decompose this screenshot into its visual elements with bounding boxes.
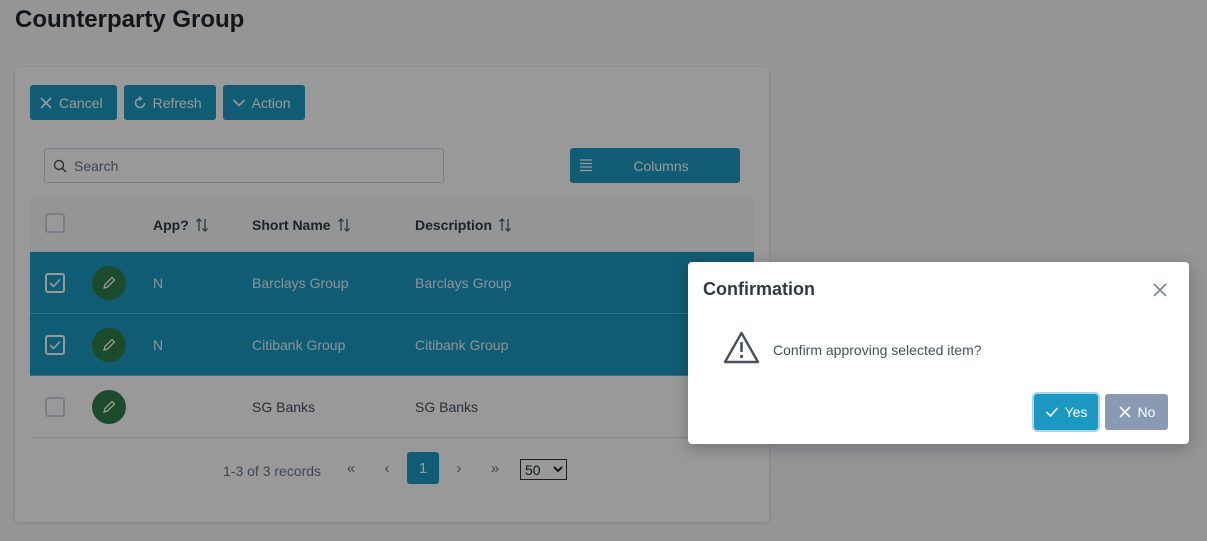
warning-icon	[723, 331, 760, 364]
yes-button-label: Yes	[1064, 404, 1088, 420]
dialog-message: Confirm approving selected item?	[773, 342, 982, 358]
dialog-title: Confirmation	[703, 279, 815, 299]
no-button-label: No	[1137, 404, 1156, 420]
close-icon	[1118, 406, 1131, 418]
checkmark-icon	[1045, 407, 1058, 418]
yes-button[interactable]: Yes	[1034, 394, 1098, 430]
no-button[interactable]: No	[1105, 394, 1168, 430]
close-icon[interactable]	[1151, 281, 1169, 299]
confirmation-dialog: Confirmation Confirm approving selected …	[688, 262, 1189, 444]
